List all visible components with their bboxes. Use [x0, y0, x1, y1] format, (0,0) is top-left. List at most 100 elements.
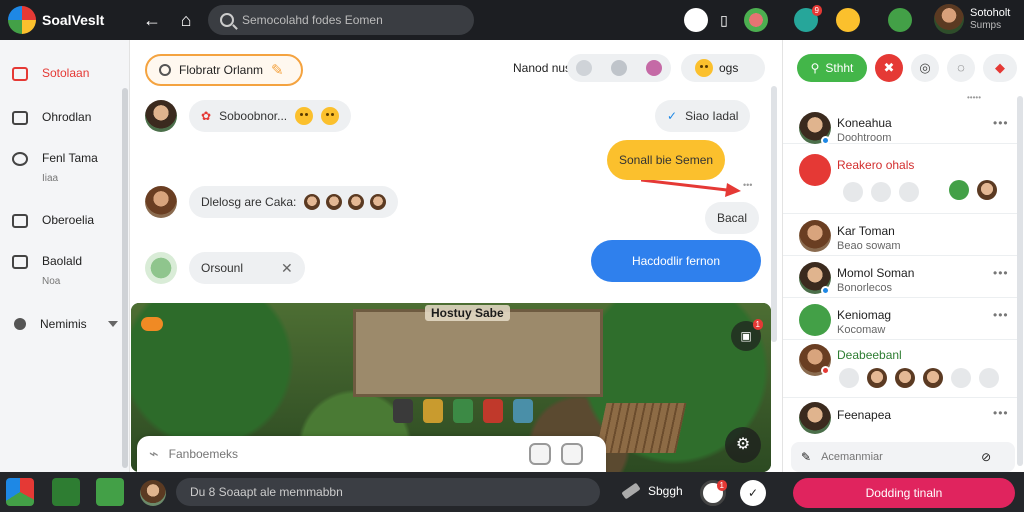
sidebar-item-ohrodlan[interactable]: Ohrodlan	[12, 110, 91, 125]
avatar-icon[interactable]	[744, 8, 768, 32]
hangup-icon[interactable]: ✖	[875, 54, 903, 82]
chat-scrollbar[interactable]	[771, 86, 777, 342]
avatar-icon[interactable]	[923, 368, 943, 388]
gear-icon[interactable]: ⚙	[725, 427, 761, 463]
message-bubble[interactable]: ✓ Siao Iadal	[655, 100, 751, 132]
contact-row[interactable]: Deabeebanl	[783, 340, 1019, 398]
avatar-icon[interactable]	[895, 368, 915, 388]
current-user[interactable]: Sotoholt Sumps	[934, 4, 1010, 34]
pen-icon[interactable]: ✎	[801, 450, 811, 464]
check-icon: ✓	[667, 109, 678, 123]
cat-icon[interactable]: ⌂	[174, 8, 198, 32]
cube-icon[interactable]	[6, 478, 34, 506]
avatar[interactable]	[145, 100, 177, 132]
contact-row[interactable]: Koneahua Doohtroom •••	[783, 102, 1019, 145]
more-icon[interactable]: •••	[993, 406, 1009, 420]
contact-row[interactable]: Keniomag Kocomaw •••	[783, 298, 1019, 340]
contact-row[interactable]: Feenapea •••	[783, 398, 1019, 438]
message-bubble[interactable]: Hacdodlir fernon	[591, 240, 761, 282]
contact-row[interactable]: Kar Toman Beao sowam	[783, 214, 1019, 256]
contact-search-input[interactable]	[821, 451, 972, 463]
sidebar-item-fenl-tama[interactable]: Fenl Tama Iiaa	[12, 151, 98, 184]
highlighted-message-bubble[interactable]: Sonall bie Semen	[607, 140, 726, 180]
status-input[interactable]	[190, 485, 590, 499]
character-icon[interactable]	[899, 182, 919, 202]
avatar[interactable]	[145, 252, 177, 284]
message-bubble[interactable]: Bacal	[705, 202, 760, 234]
more-icon[interactable]: •••	[993, 308, 1009, 322]
game-menu-button[interactable]: ▣ 1	[731, 319, 763, 351]
emoji-button[interactable]	[528, 443, 551, 465]
contact-participants	[839, 368, 999, 388]
status-composer	[176, 478, 600, 506]
notifications-icon[interactable]: 1	[700, 480, 727, 506]
paperclip-icon[interactable]: ⌁	[149, 444, 159, 464]
heart-icon[interactable]: 9	[794, 5, 822, 32]
more-icon[interactable]: •••	[993, 116, 1009, 130]
avatar-icon[interactable]	[977, 180, 997, 200]
check-icon[interactable]	[979, 368, 999, 388]
avatar-icon[interactable]	[867, 368, 887, 388]
mute-icon[interactable]: ⊘	[981, 450, 991, 464]
heart-icon[interactable]	[141, 317, 163, 331]
sidebar-item-label: Baolald	[42, 254, 83, 268]
search-icon[interactable]	[576, 60, 593, 76]
contact-sub: Kocomaw	[837, 324, 886, 336]
chat-header-text: Nanod nus	[513, 61, 572, 75]
message-input[interactable]	[168, 447, 519, 461]
sidebar-item-label: Oberoelia	[42, 213, 95, 227]
message-bubble[interactable]: Dlelosg are Caka:	[189, 186, 399, 218]
face-icon	[326, 194, 343, 210]
store-icon[interactable]	[52, 478, 80, 506]
placeholder-icon[interactable]	[951, 368, 971, 388]
contact-row[interactable]: Momol Soman Bonorlecos •••	[783, 256, 1019, 298]
primary-cta-button[interactable]: Dodding tinaln	[793, 478, 1015, 508]
start-button[interactable]: ⚲ Sthht	[797, 54, 867, 82]
globe-icon[interactable]: ◌	[947, 54, 975, 82]
sidebar-item-sotolaan[interactable]: Sotolaan	[12, 66, 89, 81]
message-text: Hacdodlir fernon	[631, 254, 721, 268]
avatar-icon[interactable]	[645, 60, 662, 76]
attach-button[interactable]	[560, 443, 583, 465]
image-icon	[12, 255, 28, 269]
close-icon[interactable]: ✕	[281, 260, 293, 277]
info-icon[interactable]	[610, 60, 627, 76]
chat-icon[interactable]	[888, 8, 912, 32]
search-input[interactable]	[242, 13, 462, 27]
avatar[interactable]	[145, 186, 177, 218]
contacts-scrollbar[interactable]	[1017, 96, 1023, 466]
avatar[interactable]	[140, 480, 166, 506]
coin-icon[interactable]	[836, 8, 860, 32]
mic-icon[interactable]: ◎	[911, 54, 939, 82]
confirm-icon[interactable]: ✓	[740, 480, 766, 506]
character-icon[interactable]	[871, 182, 891, 202]
game-character	[513, 399, 533, 423]
contact-row[interactable]: Reakero ohals	[783, 146, 1019, 214]
chevron-down-icon[interactable]	[108, 321, 118, 327]
more-icon[interactable]: •••	[993, 266, 1009, 280]
lipstick-icon[interactable]: ◆	[983, 54, 1017, 82]
message-bubble[interactable]: Orsounl ✕	[189, 252, 305, 284]
calendar-icon[interactable]	[96, 478, 124, 506]
back-arrow-icon[interactable]: ←	[140, 8, 164, 32]
game-icon[interactable]	[843, 182, 863, 202]
pinned-message[interactable]: Flobratr Orlanm ✎	[145, 54, 303, 86]
sidebar-item-nemimis[interactable]: Nemimis	[12, 317, 87, 331]
contacts-panel: ⚲ Sthht ✖ ◎ ◌ ◆ ••••• Koneahua Doohtroom…	[782, 40, 1024, 472]
sidebar-item-label: Fenl Tama	[42, 151, 98, 165]
sidebar-item-oberoelia[interactable]: Oberoelia	[12, 213, 94, 228]
sidebar-scrollbar[interactable]	[122, 88, 128, 468]
notification-badge: 1	[752, 319, 763, 330]
search-bar[interactable]	[208, 5, 474, 35]
wrench-icon: ✎	[271, 62, 284, 79]
draw-tool[interactable]: Sbggh	[621, 482, 683, 500]
sidebar-item-baolald[interactable]: Baolald Noa	[12, 254, 82, 287]
app-logo[interactable]: SoalVeslt	[8, 6, 104, 34]
phone-icon[interactable]: ▯	[712, 8, 736, 32]
info-icon[interactable]	[839, 368, 859, 388]
video-icon[interactable]	[949, 180, 969, 200]
message-bubble[interactable]: ✿ Soboobnor...	[189, 100, 352, 132]
clock-icon[interactable]	[684, 8, 708, 32]
bottom-bar: Sbggh 1 ✓ Dodding tinaln	[0, 472, 1024, 512]
reaction-tag[interactable]: ogs	[681, 54, 765, 82]
